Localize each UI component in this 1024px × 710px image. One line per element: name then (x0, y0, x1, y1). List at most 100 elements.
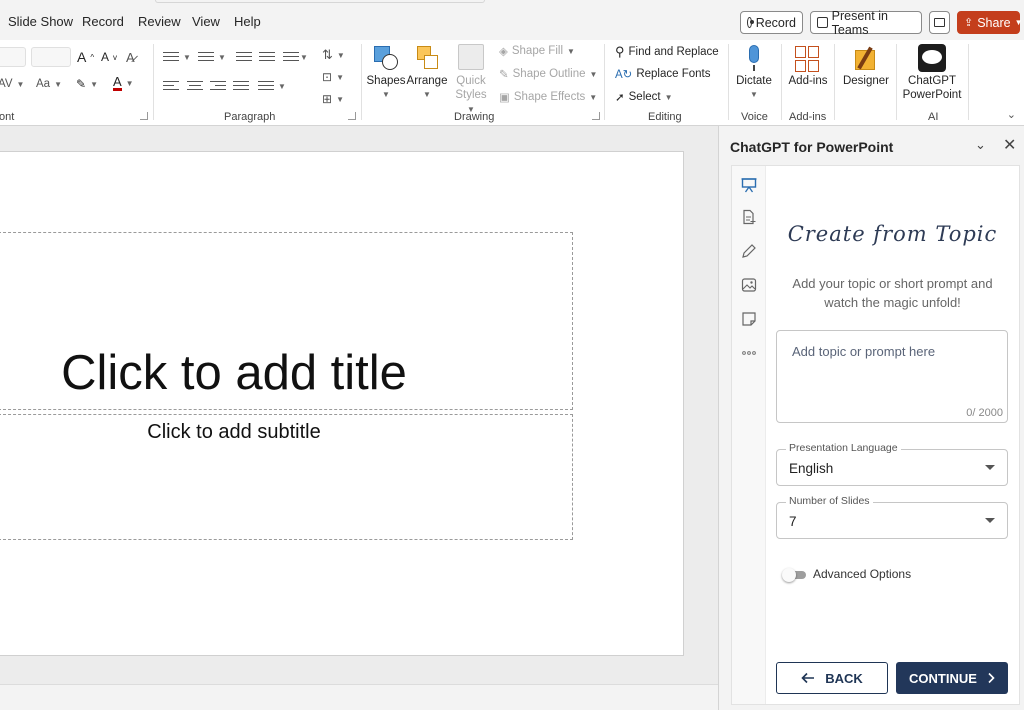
shrink-font-button[interactable]: Av (101, 50, 117, 64)
toggle-knob (782, 568, 796, 582)
close-icon[interactable]: ✕ (1003, 135, 1016, 155)
microphone-icon (740, 44, 768, 74)
menu-view[interactable]: View (192, 14, 220, 29)
menu-record[interactable]: Record (82, 14, 124, 29)
slide-canvas[interactable]: Click to add title Click to add subtitle (0, 151, 684, 656)
chevron-down-icon[interactable]: ⌄ (975, 137, 986, 153)
replace-fonts-icon: A↻ (615, 69, 633, 81)
slide-editor: Click to add title Click to add subtitle (0, 126, 718, 684)
grow-font-button[interactable]: A ^ (77, 49, 94, 65)
dictate-label: Dictate (736, 75, 772, 87)
drawing-dialog-launcher[interactable] (592, 112, 600, 120)
subtitle-placeholder[interactable]: Click to add subtitle (0, 414, 573, 540)
pane-title: ChatGPT for PowerPoint (730, 139, 894, 155)
menu-help[interactable]: Help (234, 14, 261, 29)
justify-icon[interactable] (233, 81, 249, 93)
menu-slide-show[interactable]: Slide Show (8, 14, 73, 29)
arrow-left-icon (801, 672, 815, 684)
voice-group-label: Voice (741, 111, 768, 123)
designer-icon (853, 46, 879, 72)
add-ins-label: Add-ins (788, 75, 828, 87)
select-button[interactable]: ➚ Select ▼ (615, 90, 673, 104)
advanced-options-label: Advanced Options (813, 567, 912, 581)
highlight-button[interactable]: ✎ ▼ (76, 77, 98, 91)
align-text-icon[interactable]: ⊡ ▼ (322, 70, 344, 84)
title-placeholder[interactable]: Click to add title (0, 232, 573, 410)
language-select[interactable]: Presentation Language English (776, 442, 1008, 486)
find-replace-button[interactable]: ⚲ Find and Replace (615, 44, 719, 60)
columns-icon[interactable] (258, 81, 274, 93)
font-dialog-launcher[interactable] (140, 112, 148, 120)
comments-button[interactable] (929, 11, 950, 34)
ribbon: A ^ Av A̷ AV ▼ Aa ▼ ✎ ▼ A ▼ ont ▼ ▼ ▼ ⇅ ▼ ⊡ ▼ ⊞… (0, 40, 1024, 126)
tool-rail (732, 166, 766, 704)
shape-effects-button[interactable]: ▣ Shape Effects ▼ (499, 90, 597, 104)
back-button[interactable]: BACK (776, 662, 888, 694)
align-right-icon[interactable] (210, 81, 226, 93)
char-spacing-button[interactable]: AV ▼ (0, 78, 24, 90)
advanced-options-toggle[interactable] (782, 568, 808, 582)
more-icon[interactable] (741, 345, 757, 361)
continue-button[interactable]: CONTINUE (896, 662, 1008, 694)
group-separator (153, 44, 154, 120)
shape-fill-button[interactable]: ◈ Shape Fill ▼ (499, 44, 575, 58)
decrease-indent-icon[interactable] (236, 52, 252, 64)
pane-subheading: Add your topic or short prompt and watch… (792, 276, 993, 310)
menu-review[interactable]: Review (138, 14, 181, 29)
increase-indent-icon[interactable] (259, 52, 275, 64)
pencil-icon[interactable] (741, 243, 757, 259)
arrange-label: Arrange (406, 75, 448, 87)
image-icon[interactable] (741, 277, 757, 293)
shape-outline-label: Shape Outline (512, 68, 586, 80)
collapse-ribbon-icon[interactable]: ⌄ (1007, 108, 1016, 121)
presentation-icon[interactable] (741, 177, 757, 193)
replace-fonts-button[interactable]: A↻ Replace Fonts (615, 67, 710, 81)
shape-fill-label: Shape Fill (511, 45, 563, 57)
font-name-combo[interactable] (0, 47, 26, 67)
paragraph-dialog-launcher[interactable] (348, 112, 356, 120)
chevron-right-icon (988, 672, 995, 684)
present-button-label: Present in Teams (831, 8, 888, 37)
chatgpt-logo-icon (918, 44, 946, 72)
slides-count-select[interactable]: Number of Slides 7 (776, 495, 1008, 539)
font-group-label: ont (0, 111, 15, 123)
line-spacing-icon[interactable] (283, 52, 299, 64)
record-button[interactable]: Record (740, 11, 803, 34)
smartart-icon[interactable]: ⊞ ▼ (322, 92, 344, 106)
char-count: 0/ 2000 (966, 407, 1003, 419)
change-case-button[interactable]: Aa ▼ (36, 78, 62, 90)
group-separator (968, 44, 969, 120)
group-separator (604, 44, 605, 120)
font-color-button[interactable]: A ▼ (113, 74, 134, 91)
quick-styles-button[interactable]: Quick Styles ▼ (451, 44, 491, 117)
add-ins-button[interactable]: Add-ins (787, 44, 829, 88)
arrange-button[interactable]: Arrange ▼ (407, 44, 447, 102)
pen-icon: ✎ (499, 69, 509, 81)
create-from-topic-heading: Create from Topic (787, 222, 998, 246)
editing-group-label: Editing (648, 111, 682, 123)
numbering-icon[interactable] (198, 52, 214, 64)
dictate-button[interactable]: Dictate ▼ (734, 44, 774, 102)
shape-outline-button[interactable]: ✎ Shape Outline ▼ (499, 67, 597, 81)
quick-styles-label-2-text: Styles (455, 89, 487, 101)
designer-button[interactable]: Designer (841, 44, 891, 88)
sticky-note-icon[interactable] (741, 311, 757, 327)
chatgpt-powerpoint-button[interactable]: ChatGPT PowerPoint (901, 44, 963, 102)
grow-font-label: A (77, 49, 87, 65)
ai-group-label: AI (928, 111, 939, 123)
font-size-combo[interactable] (31, 47, 71, 67)
align-left-icon[interactable] (163, 81, 179, 93)
language-value: English (789, 461, 834, 476)
bullets-icon[interactable] (163, 52, 179, 64)
clear-formatting-icon[interactable]: A̷ (126, 50, 135, 65)
share-button[interactable]: ⇪ Share ▼ (957, 11, 1023, 34)
title-search-strip[interactable] (155, 0, 485, 3)
group-separator (361, 44, 362, 120)
shapes-button[interactable]: Shapes ▼ (367, 44, 406, 102)
present-in-teams-button[interactable]: Present in Teams (810, 8, 922, 37)
document-add-icon[interactable] (741, 209, 757, 225)
quick-styles-icon (458, 44, 484, 70)
text-direction-icon[interactable]: ⇅ ▼ (322, 47, 345, 63)
align-center-icon[interactable] (187, 81, 203, 93)
font-color-icon: A (113, 74, 122, 91)
